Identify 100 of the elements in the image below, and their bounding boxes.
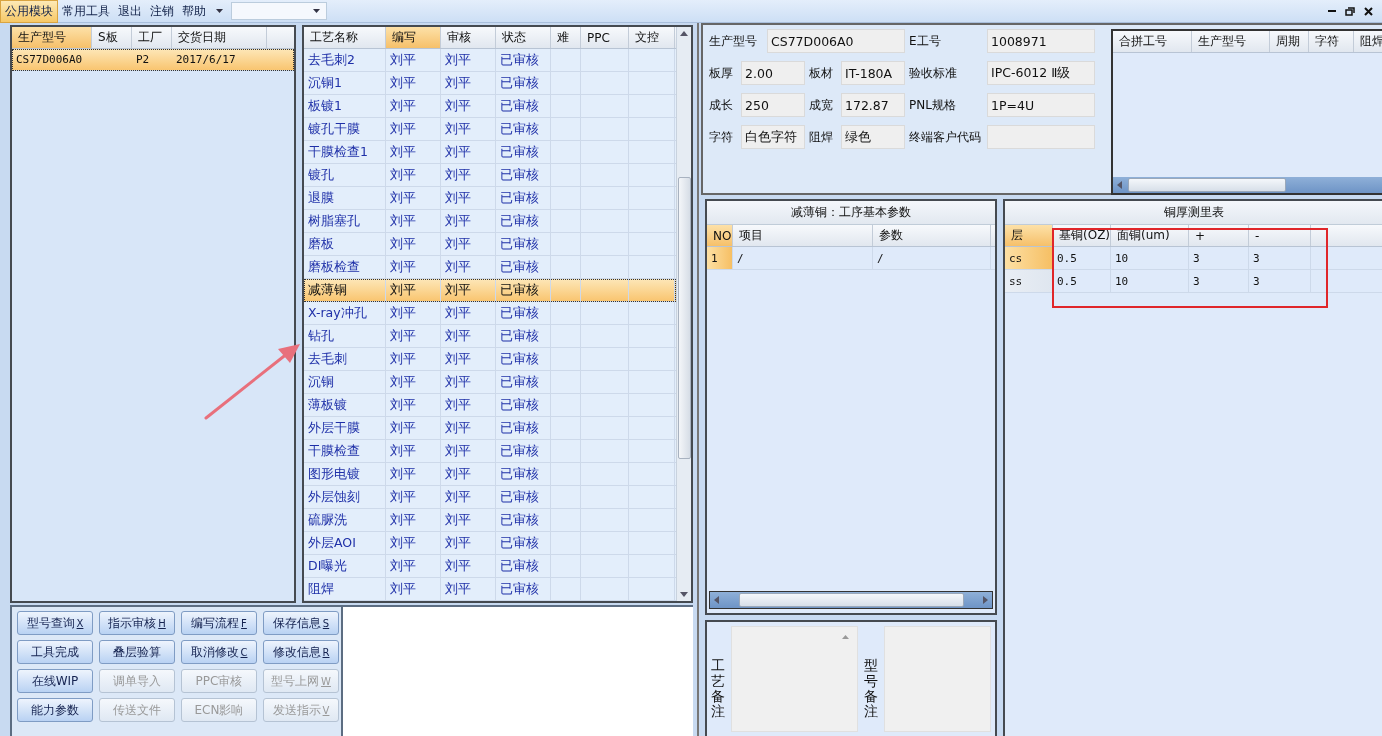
menu-item[interactable]: 常用工具 [58, 0, 114, 22]
column-header[interactable]: 周期 [1270, 31, 1310, 52]
process-row[interactable]: 钻孔 刘平 刘平 已审核 [304, 325, 676, 348]
menu-item[interactable]: 公用模块 [0, 0, 58, 23]
process-row[interactable]: 镀孔干膜 刘平 刘平 已审核 [304, 118, 676, 141]
table-cell: 10 [1111, 247, 1189, 269]
column-header[interactable]: PPC [581, 27, 629, 48]
column-header[interactable]: 层 [1005, 225, 1053, 246]
column-header[interactable]: S板 [92, 27, 132, 48]
value-field[interactable]: 1008971 [987, 29, 1095, 53]
column-header[interactable]: 工厂 [132, 27, 172, 48]
horizontal-scrollbar[interactable] [709, 591, 993, 609]
column-header[interactable]: - [1249, 225, 1311, 246]
process-row[interactable]: 薄板镀 刘平 刘平 已审核 [304, 394, 676, 417]
table-cell: 刘平 [441, 164, 496, 186]
action-button[interactable]: 修改信息 R [263, 640, 339, 664]
value-field[interactable]: IPC-6012 Ⅱ级 [987, 61, 1095, 85]
value-field[interactable]: 1P=4U [987, 93, 1095, 117]
menu-item[interactable]: 退出 [114, 0, 146, 22]
table-cell: 已审核 [496, 578, 551, 600]
process-row[interactable]: 外层干膜 刘平 刘平 已审核 [304, 417, 676, 440]
left-arrow-icon[interactable] [714, 596, 719, 604]
process-row[interactable]: 树脂塞孔 刘平 刘平 已审核 [304, 210, 676, 233]
process-row[interactable]: X-ray冲孔 刘平 刘平 已审核 [304, 302, 676, 325]
column-header[interactable]: 生产型号 [12, 27, 92, 48]
action-button[interactable]: 指示审核 H [99, 611, 175, 635]
process-row[interactable]: 减薄铜 刘平 刘平 已审核 [304, 279, 676, 302]
column-header[interactable]: 难 [551, 27, 581, 48]
minimize-icon[interactable] [1328, 9, 1336, 13]
process-row[interactable]: DI曝光 刘平 刘平 已审核 [304, 555, 676, 578]
process-row[interactable]: 板镀1 刘平 刘平 已审核 [304, 95, 676, 118]
process-row[interactable]: 镀孔 刘平 刘平 已审核 [304, 164, 676, 187]
up-arrow-icon[interactable] [680, 31, 688, 36]
action-button[interactable]: 保存信息 S [263, 611, 339, 635]
menu-item[interactable]: 帮助 [178, 0, 210, 22]
restore-icon[interactable] [1345, 6, 1355, 16]
column-header[interactable]: 字符 [1309, 31, 1354, 52]
column-header[interactable]: 交货日期 [172, 27, 267, 48]
action-button[interactable]: 取消修改 C [181, 640, 257, 664]
column-header[interactable]: 状态 [496, 27, 551, 48]
notes-field[interactable] [884, 626, 991, 732]
left-arrow-icon[interactable] [1117, 181, 1122, 189]
value-field[interactable]: 250 [741, 93, 805, 117]
column-header[interactable]: NO [707, 225, 733, 246]
value-field[interactable]: 绿色 [841, 125, 905, 149]
table-cell: 刘平 [386, 141, 441, 163]
process-row[interactable]: 图形电镀 刘平 刘平 已审核 [304, 463, 676, 486]
process-row[interactable]: 外层蚀刻 刘平 刘平 已审核 [304, 486, 676, 509]
column-header[interactable]: 面铜(um) [1111, 225, 1189, 246]
column-header[interactable]: 文控 [629, 27, 675, 48]
notes-field[interactable] [731, 626, 859, 732]
table-cell: / [733, 247, 873, 269]
value-field[interactable]: CS77D006A0 [767, 29, 905, 53]
process-row[interactable]: 沉铜 刘平 刘平 已审核 [304, 371, 676, 394]
menu-item[interactable]: 注销 [146, 0, 178, 22]
process-row[interactable]: 外层AOI 刘平 刘平 已审核 [304, 532, 676, 555]
process-row[interactable]: 阻焊 刘平 刘平 已审核 [304, 578, 676, 601]
value-field[interactable]: 2.00 [741, 61, 805, 85]
table-cell: 刘平 [441, 141, 496, 163]
dropdown-field[interactable] [231, 2, 327, 20]
caret-icon[interactable] [216, 9, 223, 13]
column-header[interactable]: 项目 [733, 225, 873, 246]
action-button[interactable]: 在线WIP [17, 669, 93, 693]
column-header[interactable]: + [1189, 225, 1249, 246]
action-button[interactable]: 型号查询 X [17, 611, 93, 635]
table-cell-text: 2017/6/17 [175, 52, 237, 68]
action-button[interactable]: 编写流程 F [181, 611, 257, 635]
value-field[interactable]: 172.87 [841, 93, 905, 117]
column-header[interactable]: 生产型号 [1191, 31, 1271, 52]
action-button[interactable]: 工具完成 [17, 640, 93, 664]
row-header[interactable]: ss [1005, 270, 1053, 292]
table-cell: 刘平 [386, 394, 441, 416]
process-row[interactable]: 干膜检查 刘平 刘平 已审核 [304, 440, 676, 463]
process-row[interactable]: 去毛刺2 刘平 刘平 已审核 [304, 49, 676, 72]
table-cell: 刘平 [441, 532, 496, 554]
value-field[interactable] [987, 125, 1095, 149]
column-header[interactable]: 合拼工号 [1113, 31, 1192, 52]
process-row[interactable]: 去毛刺 刘平 刘平 已审核 [304, 348, 676, 371]
close-icon[interactable] [1364, 6, 1373, 16]
action-button[interactable]: 叠层验算 [99, 640, 175, 664]
process-row[interactable]: 沉铜1 刘平 刘平 已审核 [304, 72, 676, 95]
column-header[interactable]: 审核 [441, 27, 496, 48]
row-number[interactable]: 1 [707, 247, 733, 269]
column-header[interactable]: 编写 [386, 27, 441, 48]
action-button[interactable]: 能力参数 [17, 698, 93, 722]
value-field[interactable]: IT-180A [841, 61, 905, 85]
horizontal-scrollbar[interactable] [1113, 177, 1382, 193]
down-arrow-icon[interactable] [680, 592, 688, 597]
right-arrow-icon[interactable] [983, 596, 988, 604]
vertical-scrollbar[interactable] [676, 27, 691, 601]
process-row[interactable]: 干膜检查1 刘平 刘平 已审核 [304, 141, 676, 164]
column-header[interactable]: 基铜(OZ) [1053, 225, 1111, 246]
table-cell: 已审核 [496, 72, 551, 94]
order-row[interactable]: CS77D006A0 P2 2017/6/17 [12, 49, 294, 71]
row-header[interactable]: cs [1005, 247, 1053, 269]
process-row[interactable]: 硫脲洗 刘平 刘平 已审核 [304, 509, 676, 532]
value-field[interactable]: 白色字符 [741, 125, 805, 149]
process-row[interactable]: 退膜 刘平 刘平 已审核 [304, 187, 676, 210]
column-header[interactable]: 参数 [873, 225, 991, 246]
process-row[interactable]: 磨板 刘平 刘平 已审核 [304, 233, 676, 256]
